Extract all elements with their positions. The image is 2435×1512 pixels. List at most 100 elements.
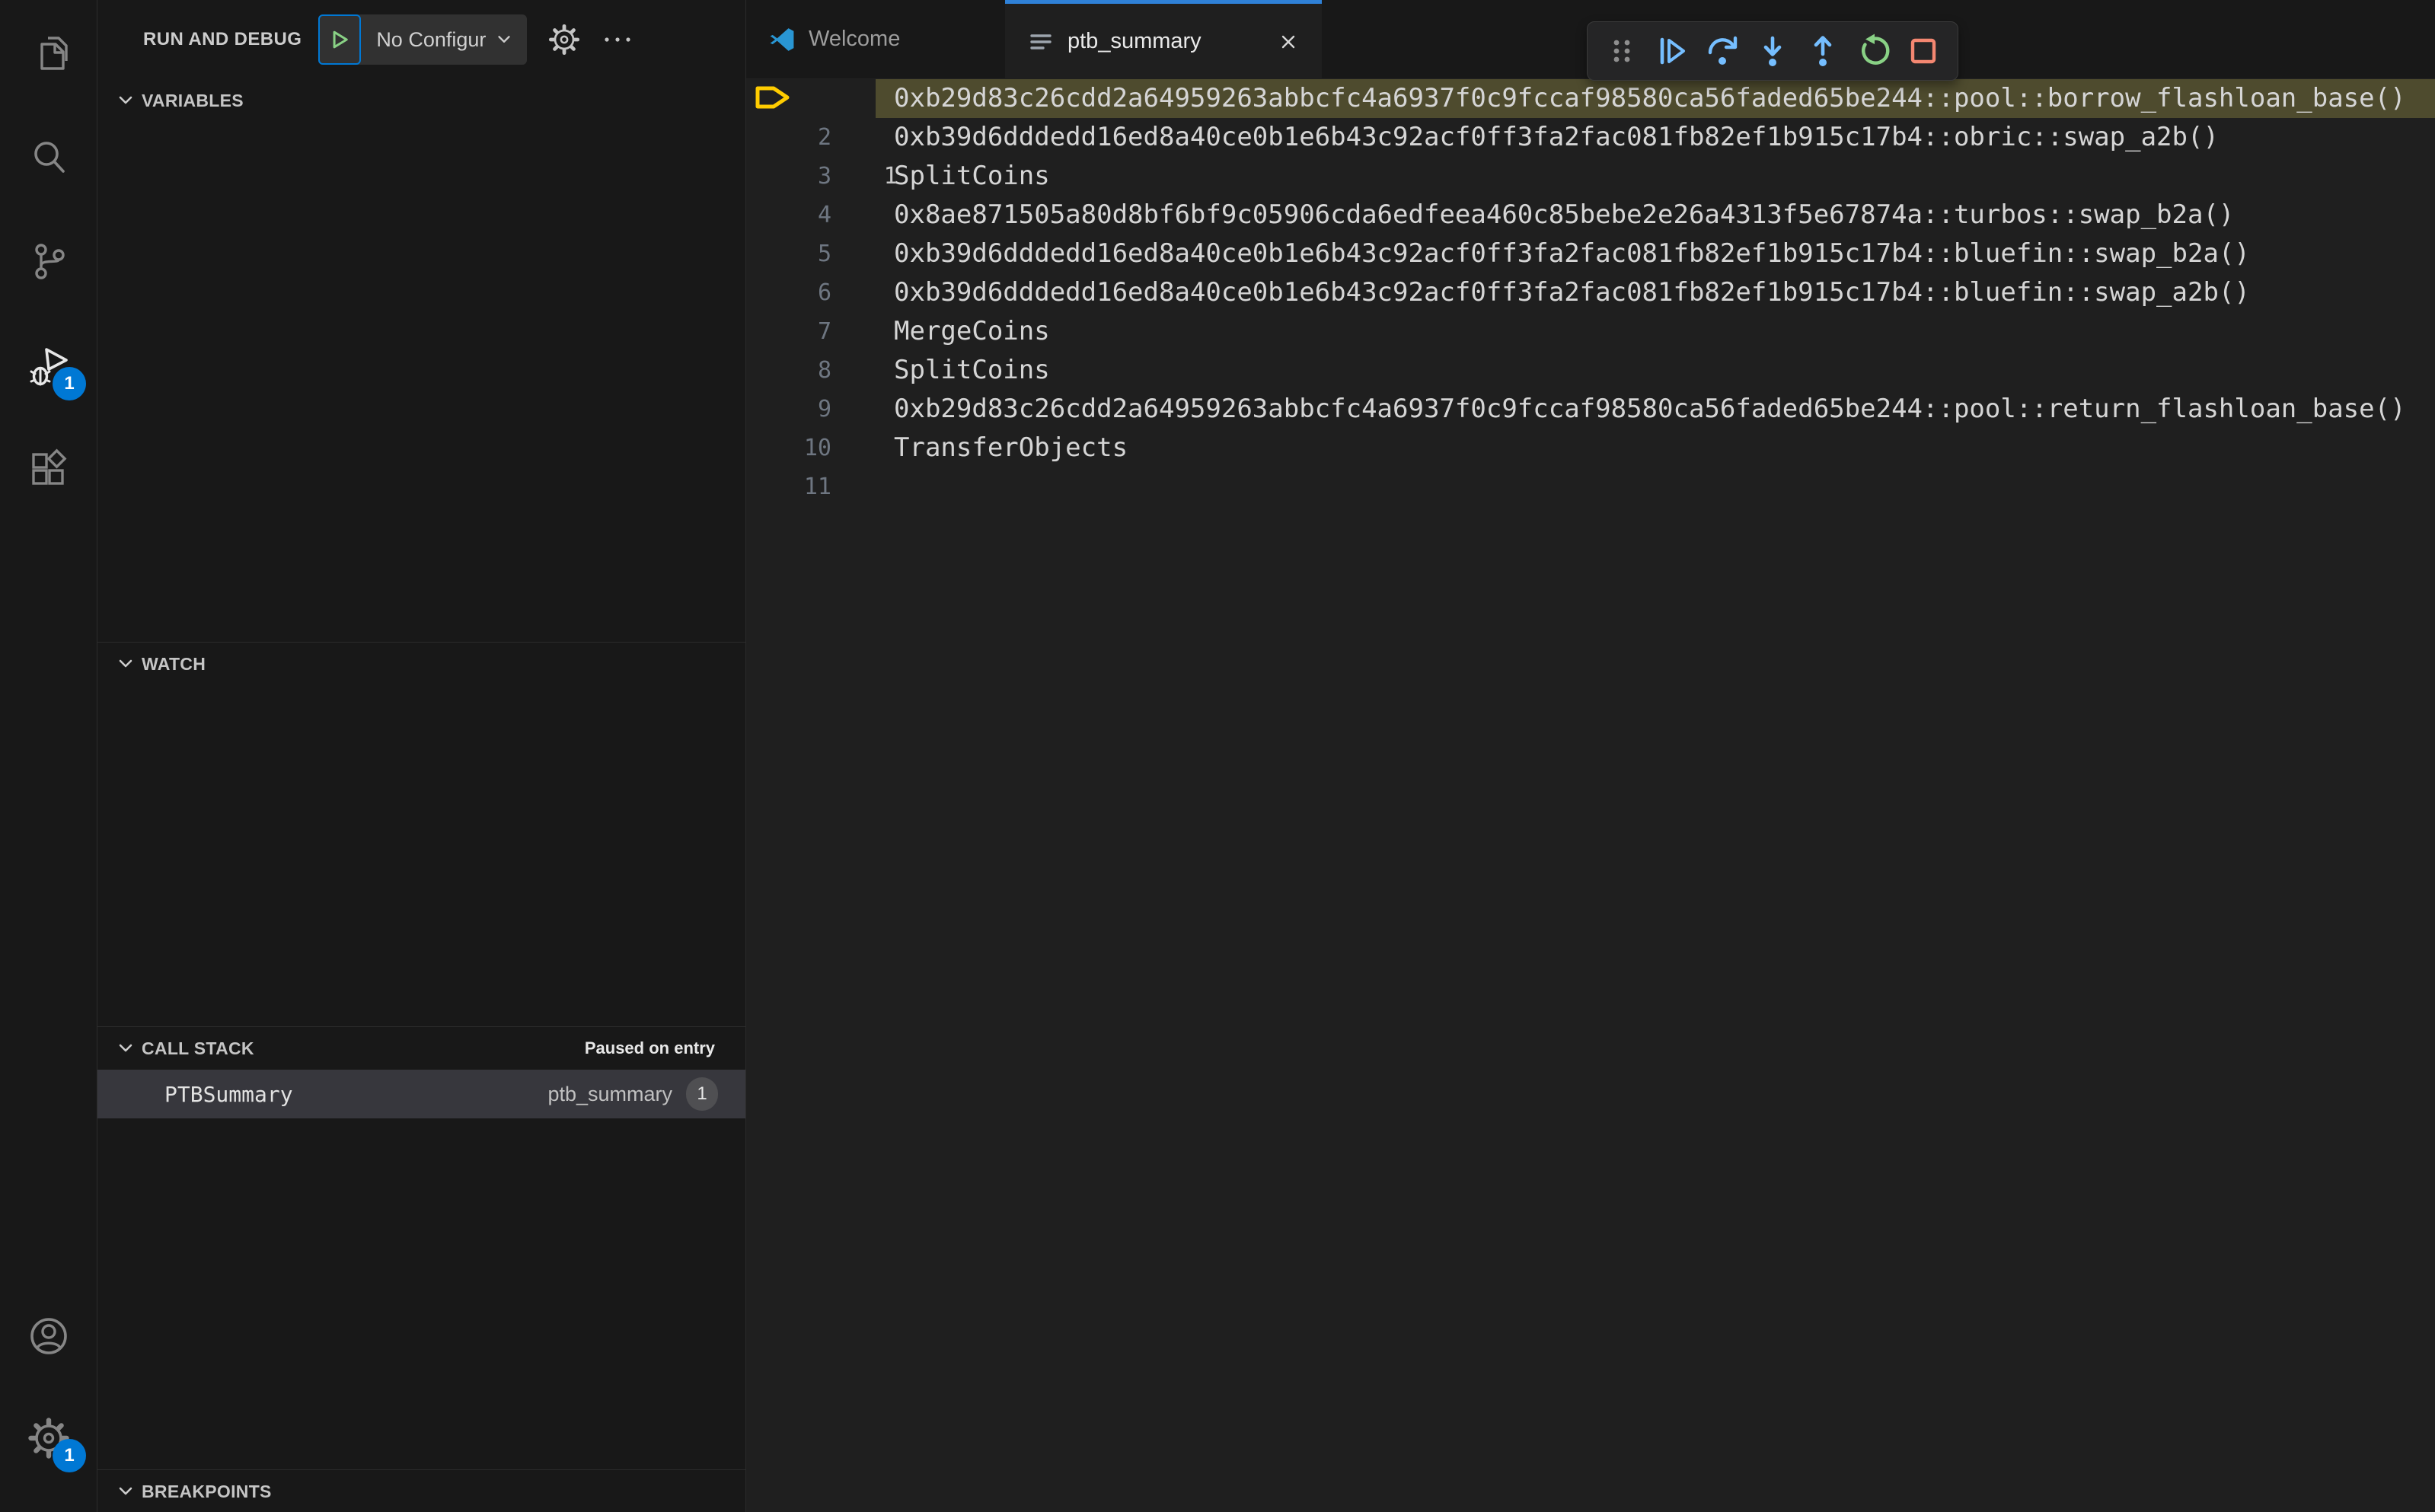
file-lines-icon [1030, 33, 1052, 49]
variables-section-header[interactable]: VARIABLES [97, 79, 745, 122]
code-line[interactable]: 9 0xb29d83c26cdd2a64959263abbcfc4a6937f0… [746, 390, 2435, 429]
stop-button[interactable] [1901, 27, 1945, 75]
line-number[interactable]: 9 [746, 390, 876, 429]
section-label: BREAKPOINTS [142, 1481, 272, 1501]
settings-badge: 1 [53, 1439, 86, 1472]
line-number[interactable]: 2 [746, 118, 876, 157]
close-tab-button[interactable] [1278, 31, 1299, 53]
gripper-icon [1613, 40, 1630, 62]
debug-toolbar [1587, 21, 1958, 81]
run-and-debug-sidebar: RUN AND DEBUG No Configur VARIABLES WATC… [97, 0, 746, 1512]
watch-section-header[interactable]: WATCH [97, 643, 745, 685]
line-number[interactable]: 7 [746, 312, 876, 351]
step-into-icon [1755, 33, 1790, 69]
line-number[interactable]: 1 [746, 79, 898, 190]
debug-settings-button[interactable] [548, 24, 580, 56]
extensions-icon [31, 448, 66, 485]
line-text: SplitCoins [894, 161, 1050, 191]
manage-settings-button[interactable]: 1 [0, 1387, 97, 1489]
toolbar-drag-handle[interactable] [1600, 27, 1644, 75]
pause-reason-label: Paused on entry [584, 1038, 715, 1057]
gear-icon [548, 24, 580, 56]
line-text: SplitCoins [894, 355, 1050, 385]
tab-label: ptb_summary [1068, 29, 1202, 53]
files-icon [40, 36, 68, 70]
code-line[interactable]: 10 TransferObjects [746, 429, 2435, 467]
line-text: MergeCoins [894, 316, 1050, 346]
code-editor[interactable]: 1 0xb29d83c26cdd2a64959263abbcfc4a6937f0… [746, 79, 2435, 1512]
tab-welcome[interactable]: Welcome [746, 0, 1005, 78]
step-out-button[interactable] [1801, 27, 1845, 75]
config-label: No Configur [376, 27, 487, 51]
code-line[interactable]: 5 0xb39d6dddedd16ed8a40ce0b1e6b43c92acf0… [746, 234, 2435, 273]
line-number[interactable]: 8 [746, 351, 876, 390]
step-out-icon [1805, 33, 1840, 69]
line-text: 0xb29d83c26cdd2a64959263abbcfc4a6937f0c9… [876, 79, 2435, 118]
start-debugging-button[interactable] [318, 14, 362, 65]
call-stack-section-header[interactable]: CALL STACK Paused on entry [97, 1027, 745, 1070]
sidebar-item-extensions[interactable] [0, 417, 97, 522]
play-icon [333, 30, 349, 49]
section-label: VARIABLES [142, 90, 244, 110]
chevron-down-icon [119, 96, 132, 104]
sidebar-item-explorer[interactable] [0, 0, 97, 104]
execution-pointer-icon [754, 85, 793, 113]
frame-name: PTBSummary [164, 1081, 293, 1107]
step-into-button[interactable] [1750, 27, 1795, 75]
section-label: CALL STACK [142, 1038, 254, 1058]
debug-badge: 1 [53, 367, 86, 400]
line-number[interactable]: 4 [746, 196, 876, 234]
line-number[interactable]: 3 [746, 157, 876, 196]
variables-section: VARIABLES [97, 79, 745, 642]
code-line[interactable]: 6 0xb39d6dddedd16ed8a40ce0b1e6b43c92acf0… [746, 273, 2435, 312]
sidebar-header: RUN AND DEBUG No Configur [97, 0, 745, 79]
chevron-down-icon [119, 659, 132, 668]
breakpoints-section-header[interactable]: BREAKPOINTS [97, 1470, 745, 1512]
tab-ptb-summary[interactable]: ptb_summary [1005, 0, 1322, 79]
ellipsis-icon [605, 37, 630, 42]
code-line[interactable]: 4 0x8ae871505a80d8bf6bf9c05906cda6edfeea… [746, 196, 2435, 234]
line-text: 0x8ae871505a80d8bf6bf9c05906cda6edfeea46… [894, 199, 2235, 230]
source-control-icon [34, 243, 65, 279]
tab-label: Welcome [809, 27, 901, 51]
close-icon [1281, 35, 1295, 48]
step-over-button[interactable] [1700, 27, 1744, 75]
line-text: 0xb39d6dddedd16ed8a40ce0b1e6b43c92acf0ff… [894, 277, 2250, 308]
account-icon [30, 1318, 67, 1354]
chevron-down-icon [498, 36, 511, 43]
call-stack-frame-row[interactable]: PTBSummary ptb_summary 1 [97, 1070, 745, 1118]
breakpoints-section: BREAKPOINTS [97, 1469, 745, 1512]
sidebar-item-run-and-debug[interactable]: 1 [0, 313, 97, 417]
vscode-window: 1 1 RUN AND DEBUG No Configur VARIABLES … [0, 0, 2435, 1512]
code-line[interactable]: 3 SplitCoins [746, 157, 2435, 196]
view-title: RUN AND DEBUG [143, 29, 302, 49]
code-line[interactable]: 7 MergeCoins [746, 312, 2435, 351]
line-text: 0xb29d83c26cdd2a64959263abbcfc4a6937f0c9… [894, 394, 2406, 424]
section-label: WATCH [142, 653, 206, 674]
call-stack-section: CALL STACK Paused on entry PTBSummary pt… [97, 1026, 745, 1469]
code-line[interactable]: 2 0xb39d6dddedd16ed8a40ce0b1e6b43c92acf0… [746, 118, 2435, 157]
vscode-logo-icon [770, 27, 794, 51]
line-number[interactable]: 6 [746, 273, 876, 312]
frame-file-name: ptb_summary [547, 1082, 672, 1105]
accounts-button[interactable] [0, 1285, 97, 1387]
sidebar-item-search[interactable] [0, 104, 97, 209]
restart-button[interactable] [1851, 27, 1895, 75]
line-text: TransferObjects [894, 432, 1128, 463]
debug-config-dropdown[interactable]: No Configur [318, 14, 528, 65]
line-number[interactable]: 5 [746, 234, 876, 273]
line-text: 0xb39d6dddedd16ed8a40ce0b1e6b43c92acf0ff… [894, 238, 2250, 269]
line-number[interactable]: 10 [746, 429, 876, 467]
sidebar-item-source-control[interactable] [0, 209, 97, 313]
config-select[interactable]: No Configur [361, 14, 527, 65]
line-text: 0xb39d6dddedd16ed8a40ce0b1e6b43c92acf0ff… [894, 122, 2219, 152]
line-number[interactable]: 11 [746, 467, 876, 506]
code-line[interactable]: 1 0xb29d83c26cdd2a64959263abbcfc4a6937f0… [746, 79, 2435, 190]
code-line[interactable]: 8 SplitCoins [746, 351, 2435, 390]
code-line[interactable]: 11 [746, 467, 2435, 506]
views-more-actions-button[interactable] [602, 24, 633, 56]
continue-button[interactable] [1650, 27, 1694, 75]
editor-group: Welcome ptb_summary 1 0xb29d83c26cdd2a64… [746, 0, 2435, 1512]
stop-icon [1906, 33, 1941, 69]
activity-bar-bottom: 1 [0, 1285, 97, 1512]
